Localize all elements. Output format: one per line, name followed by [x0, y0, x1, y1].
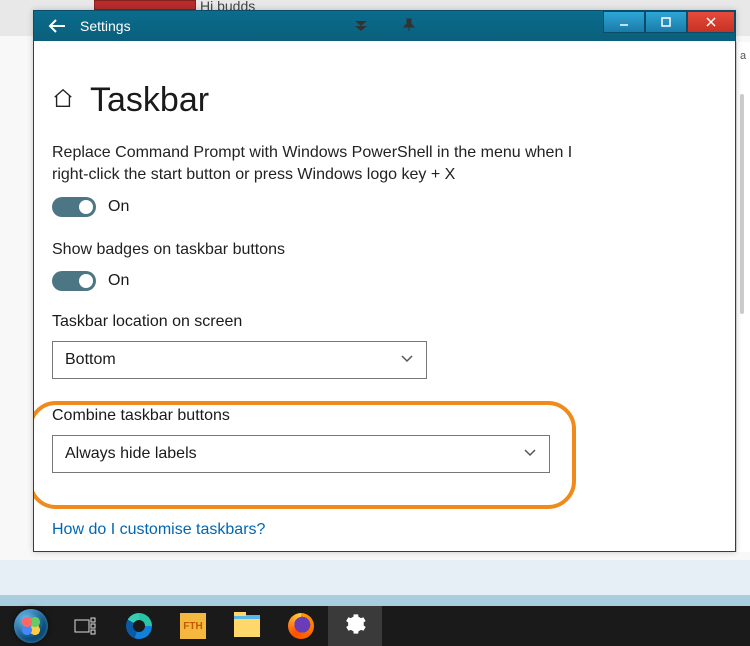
taskbar-app-fth[interactable]: FTH [166, 606, 220, 646]
fth-icon: FTH [180, 613, 206, 639]
select-taskbar-location[interactable]: Bottom [52, 341, 427, 379]
settings-content: Taskbar Replace Command Prompt with Wind… [34, 41, 735, 551]
setting-combine-label: Combine taskbar buttons [52, 407, 612, 425]
background-thumbnail [94, 0, 196, 10]
home-icon[interactable] [52, 87, 74, 114]
maximize-button[interactable] [645, 11, 687, 33]
pin-icon[interactable] [402, 18, 416, 35]
minimize-button[interactable] [603, 11, 645, 33]
chevron-down-icon [400, 351, 414, 370]
page-title: Taskbar [90, 81, 209, 120]
window-title: Settings [80, 18, 131, 34]
setting-location-label: Taskbar location on screen [52, 313, 612, 331]
taskbar-app-edge[interactable] [112, 606, 166, 646]
setting-powershell-label: Replace Command Prompt with Windows Powe… [52, 142, 612, 187]
taskbar-app-firefox[interactable] [274, 606, 328, 646]
setting-badges-label: Show badges on taskbar buttons [52, 239, 612, 261]
start-button[interactable] [4, 606, 58, 646]
select-location-value: Bottom [65, 351, 116, 369]
toggle-badges-state: On [108, 272, 129, 290]
taskbar-app-file-explorer[interactable] [220, 606, 274, 646]
edge-icon [126, 613, 152, 639]
select-combine-value: Always hide labels [65, 445, 197, 463]
folder-icon [234, 615, 260, 637]
back-button[interactable] [34, 11, 80, 41]
setting-badges: Show badges on taskbar buttons On [52, 239, 612, 291]
background-right-strip: a [736, 42, 750, 552]
close-button[interactable] [687, 11, 735, 33]
setting-location: Taskbar location on screen Bottom [52, 313, 612, 379]
windows-logo-icon [14, 609, 48, 643]
chevron-down-icon [523, 445, 537, 464]
toggle-powershell[interactable] [52, 197, 96, 217]
setting-powershell: Replace Command Prompt with Windows Powe… [52, 142, 612, 217]
firefox-icon [288, 613, 314, 639]
settings-window: Settings Taskbar [33, 10, 736, 552]
dropdown-overflow-icon[interactable] [354, 18, 368, 35]
taskbar: FTH [0, 606, 750, 646]
help-link-customise-taskbars[interactable]: How do I customise taskbars? [52, 521, 265, 539]
toggle-badges[interactable] [52, 271, 96, 291]
window-controls [603, 11, 735, 33]
task-view-button[interactable] [58, 606, 112, 646]
toggle-powershell-state: On [108, 198, 129, 216]
setting-combine: Combine taskbar buttons Always hide labe… [52, 407, 612, 473]
window-titlebar: Settings [34, 11, 735, 41]
taskbar-app-settings[interactable] [328, 606, 382, 646]
titlebar-center-controls [354, 11, 416, 41]
select-combine-taskbar-buttons[interactable]: Always hide labels [52, 435, 550, 473]
gear-icon [344, 613, 366, 640]
